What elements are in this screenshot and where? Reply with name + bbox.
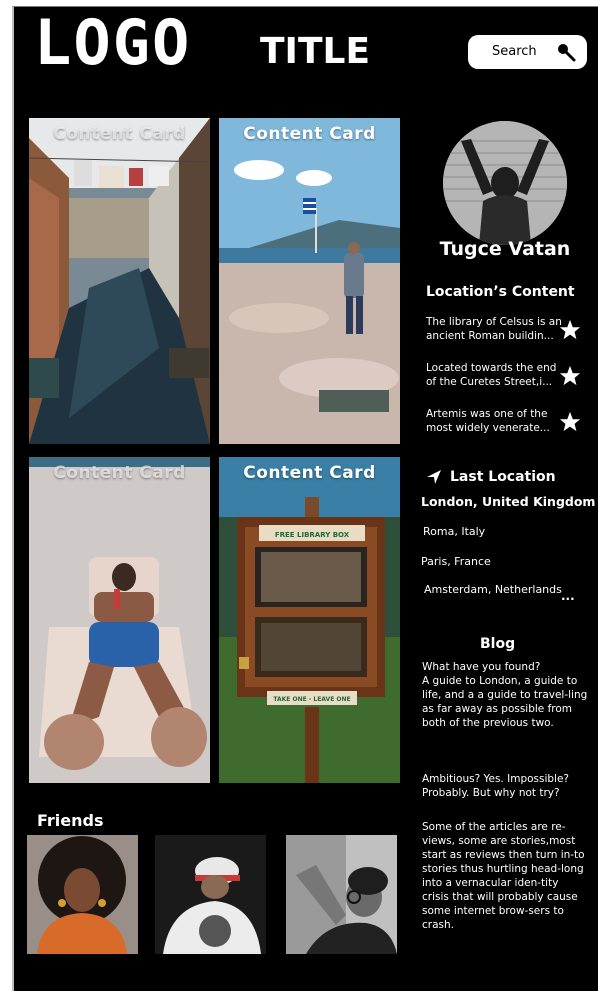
- friend-avatar-1[interactable]: [27, 835, 138, 954]
- last-location-title: Last Location: [450, 469, 556, 485]
- blog-paragraph: Some of the articles are re-views, some …: [422, 821, 585, 931]
- search-label: Search: [492, 44, 537, 59]
- page-title: TITLE: [260, 31, 371, 72]
- card-image-library-box: FREE LIBRARY BOX TAKE ONE - LEAVE ONE: [219, 457, 400, 783]
- logo[interactable]: LOGO: [34, 12, 191, 74]
- friend-avatar-2[interactable]: [155, 835, 266, 954]
- more-locations-button[interactable]: ...: [561, 589, 575, 603]
- location-arrow-icon: [427, 470, 441, 484]
- blog-paragraph: What have you found? A guide to London, …: [422, 661, 588, 729]
- library-box-top-sign: FREE LIBRARY BOX: [275, 531, 350, 539]
- friends-title: Friends: [37, 811, 104, 830]
- avatar[interactable]: [443, 121, 567, 245]
- card-title: Content Card: [243, 124, 376, 144]
- star-icon[interactable]: [559, 365, 581, 387]
- content-card-3[interactable]: Content Card: [29, 457, 210, 783]
- card-image-canal: [29, 118, 210, 444]
- locations-content-title: Location’s Content: [426, 284, 575, 300]
- blog-paragraph: Ambitious? Yes. Impossible? Probably. Bu…: [422, 773, 569, 799]
- content-item-text: Artemis was one of the most widely vener…: [426, 408, 550, 434]
- star-icon[interactable]: [559, 411, 581, 433]
- star-icon[interactable]: [559, 319, 581, 341]
- content-card-4[interactable]: FREE LIBRARY BOX TAKE ONE - LEAVE ONE Co…: [219, 457, 400, 783]
- friend-avatar-3[interactable]: [286, 835, 397, 954]
- content-item[interactable]: Located towards the end of the Curetes S…: [426, 361, 596, 395]
- content-card-1[interactable]: Content Card: [29, 118, 210, 444]
- search-box[interactable]: Search: [468, 35, 587, 69]
- location-history-item[interactable]: Paris, France: [421, 555, 491, 568]
- library-box-bottom-sign: TAKE ONE - LEAVE ONE: [273, 696, 350, 703]
- blog-title: Blog: [480, 636, 516, 652]
- search-icon[interactable]: [555, 41, 577, 63]
- content-item-text: Located towards the end of the Curetes S…: [426, 362, 557, 388]
- location-history-item[interactable]: Roma, Italy: [423, 525, 485, 538]
- card-title: Content Card: [53, 463, 186, 483]
- current-location[interactable]: London, United Kingdom: [421, 494, 595, 509]
- content-item-text: The library of Celsus is an ancient Roma…: [426, 316, 562, 342]
- card-image-sunbather: [29, 457, 210, 783]
- content-item[interactable]: The library of Celsus is an ancient Roma…: [426, 315, 596, 349]
- profile-name: Tugce Vatan: [439, 238, 571, 260]
- content-item[interactable]: Artemis was one of the most widely vener…: [426, 407, 596, 441]
- content-card-2[interactable]: Content Card: [219, 118, 400, 444]
- location-history-item[interactable]: Amsterdam, Netherlands: [424, 583, 562, 596]
- card-title: Content Card: [53, 124, 186, 144]
- card-image-coast: [219, 118, 400, 444]
- card-title: Content Card: [243, 463, 376, 483]
